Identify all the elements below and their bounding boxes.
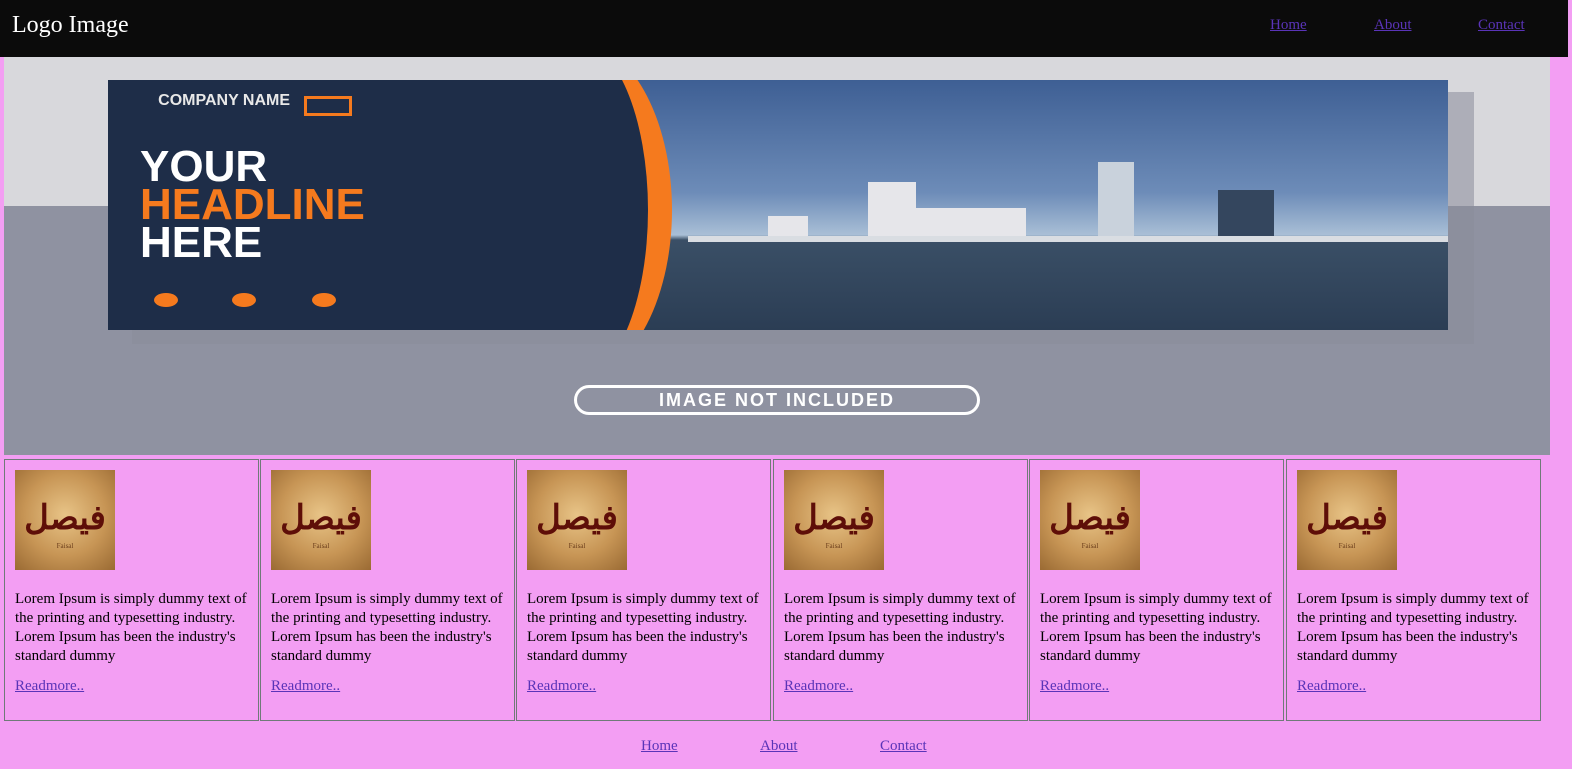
- company-logo-icon: [304, 96, 352, 116]
- card-image: فيصل Faisal: [1297, 470, 1397, 570]
- card-text: Lorem Ipsum is simply dummy text of the …: [1297, 591, 1529, 664]
- card-image-calligraphy: فيصل: [24, 500, 106, 537]
- card-text: Lorem Ipsum is simply dummy text of the …: [784, 591, 1016, 664]
- city-building: [1218, 190, 1274, 242]
- image-not-included-watermark: IMAGE NOT INCLUDED: [574, 385, 980, 415]
- card-image-calligraphy: فيصل: [1049, 500, 1131, 537]
- footer-contact-link[interactable]: Contact: [880, 738, 927, 755]
- card: فيصل Faisal Lorem Ipsum is simply dummy …: [260, 459, 515, 721]
- orange-swoosh: [478, 80, 672, 330]
- card-image-calligraphy: فيصل: [793, 500, 875, 537]
- card-image-calligraphy: فيصل: [536, 500, 618, 537]
- card-image: فيصل Faisal: [271, 470, 371, 570]
- headline-line: HERE: [140, 218, 263, 267]
- hero-image: COMPANY NAME YOUR HEADLINE HERE: [108, 80, 1448, 330]
- readmore-link[interactable]: Readmore..: [15, 678, 84, 695]
- card-image: فيصل Faisal: [527, 470, 627, 570]
- social-icon: [154, 293, 178, 307]
- card: فيصل Faisal Lorem Ipsum is simply dummy …: [1029, 459, 1284, 721]
- card-image-caption: Faisal: [1338, 542, 1356, 550]
- nav-about-link[interactable]: About: [1374, 17, 1412, 34]
- footer-about-link[interactable]: About: [760, 738, 798, 755]
- card-image-caption: Faisal: [825, 542, 843, 550]
- nav-contact-link[interactable]: Contact: [1478, 17, 1525, 34]
- card-image-caption: Faisal: [1081, 542, 1099, 550]
- card-image-calligraphy: فيصل: [1306, 500, 1388, 537]
- readmore-link[interactable]: Readmore..: [271, 678, 340, 695]
- card-image-calligraphy: فيصل: [280, 500, 362, 537]
- card-text: Lorem Ipsum is simply dummy text of the …: [15, 591, 247, 664]
- shoreline: [688, 236, 1448, 242]
- city-photo: [578, 80, 1448, 330]
- readmore-link[interactable]: Readmore..: [527, 678, 596, 695]
- card-text: Lorem Ipsum is simply dummy text of the …: [271, 591, 503, 664]
- social-icon: [312, 293, 336, 307]
- site-header: Logo Image Home About Contact: [0, 0, 1568, 57]
- card-grid: فيصل Faisal Lorem Ipsum is simply dummy …: [4, 459, 1543, 723]
- logo[interactable]: Logo Image: [12, 12, 129, 39]
- card-image: فيصل Faisal: [1040, 470, 1140, 570]
- footer-home-link[interactable]: Home: [641, 738, 678, 755]
- company-name: COMPANY NAME: [158, 92, 290, 109]
- readmore-link[interactable]: Readmore..: [1040, 678, 1109, 695]
- card-image-caption: Faisal: [568, 542, 586, 550]
- card: فيصل Faisal Lorem Ipsum is simply dummy …: [773, 459, 1028, 721]
- card-image-caption: Faisal: [56, 542, 74, 550]
- readmore-link[interactable]: Readmore..: [1297, 678, 1366, 695]
- card-text: Lorem Ipsum is simply dummy text of the …: [527, 591, 759, 664]
- readmore-link[interactable]: Readmore..: [784, 678, 853, 695]
- card: فيصل Faisal Lorem Ipsum is simply dummy …: [4, 459, 259, 721]
- hero-banner: COMPANY NAME YOUR HEADLINE HERE IMAGE NO…: [4, 57, 1550, 455]
- nav-home-link[interactable]: Home: [1270, 17, 1307, 34]
- city-building: [868, 182, 916, 242]
- card-image: فيصل Faisal: [784, 470, 884, 570]
- social-icon: [232, 293, 256, 307]
- card: فيصل Faisal Lorem Ipsum is simply dummy …: [1286, 459, 1541, 721]
- card: فيصل Faisal Lorem Ipsum is simply dummy …: [516, 459, 771, 721]
- city-building: [1098, 162, 1134, 242]
- banner-headline: YOUR HEADLINE HERE: [140, 145, 365, 267]
- card-image: فيصل Faisal: [15, 470, 115, 570]
- card-text: Lorem Ipsum is simply dummy text of the …: [1040, 591, 1272, 664]
- card-image-caption: Faisal: [312, 542, 330, 550]
